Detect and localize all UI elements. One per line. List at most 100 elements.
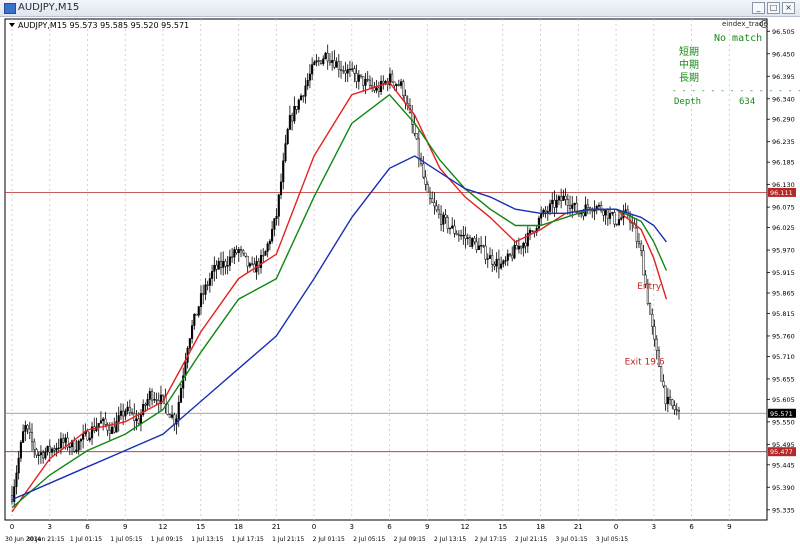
candle-body [73,440,76,452]
time-tick-label: 6 [387,523,392,531]
candle-body [600,204,603,212]
maximize-button[interactable]: □ [767,2,780,14]
candle-body [239,249,243,251]
candle-body [457,234,460,236]
candle-body [671,399,674,406]
candle-body [624,209,627,212]
candle-body [306,80,309,87]
candle-body [440,213,443,225]
candle-body [308,73,311,81]
candle-body [486,258,489,260]
candle-body [488,255,492,259]
candle-body [435,205,438,211]
candle-body [293,106,296,122]
candle-body [162,394,165,397]
candle-body [651,313,654,327]
candle-body [48,445,51,453]
time-tick-label: 21 [574,523,583,531]
window-titlebar[interactable]: AUDJPY,M15 _ □ × [0,0,800,17]
candle-body [237,249,240,254]
date-tick-label: 2 Jul 17:15 [475,536,507,543]
candle-body [395,84,398,86]
candle-body [393,81,396,86]
candle-body [242,249,245,254]
time-tick-label: 3 [652,523,656,531]
candle-body [515,244,518,250]
candle-body [675,409,678,411]
price-tick-label: 95.655 [772,375,795,383]
candle-body [491,255,494,265]
candle-body [562,195,565,201]
time-tick-label: 18 [536,523,545,531]
candle-body [602,210,605,216]
candle-body [68,446,71,448]
candle-body [128,406,131,413]
candle-body [177,402,180,420]
price-tick-label: 95.815 [772,310,795,318]
candle-body [339,69,343,71]
candle-body [50,448,54,453]
candle-body [377,87,380,92]
candle-body [446,217,449,229]
price-chart[interactable]: 96.111 95.571 95.477 Entry Exit 19.6 96.505… [0,17,800,548]
candle-body [653,326,656,340]
candle-body [179,387,183,403]
candle-body [313,61,316,65]
candle-body [264,251,267,256]
symbol-info: AUDJPY,M15 95.573 95.585 95.520 95.571 [9,21,189,30]
candle-body [471,238,474,247]
minimize-button[interactable]: _ [752,2,765,14]
candle-body [464,234,467,239]
price-tick-label: 95.970 [772,247,795,255]
candle-body [415,133,418,140]
price-tick-label: 95.390 [772,484,795,492]
candle-body [226,265,229,267]
candle-body [606,209,609,219]
candle-body [366,79,369,81]
candle-body [346,69,349,74]
candle-body [39,452,42,456]
candle-body [564,195,567,200]
candle-body [495,258,498,267]
candle-body [402,81,405,96]
candle-body [568,205,572,209]
candle-body [262,255,265,257]
candle-body [673,405,676,410]
candle-body [468,237,472,247]
candle-body [431,198,434,203]
date-tick-label: 1 Jul 13:15 [191,536,223,543]
candle-body [233,249,236,258]
time-tick-label: 0 [10,523,14,531]
candle-body [553,199,556,208]
time-tick-label: 15 [498,523,507,531]
candle-body [557,196,560,201]
depth-label: Depth [674,97,701,107]
candle-body [88,437,91,441]
candle-body [251,263,254,265]
candle-body [548,203,552,212]
candle-body [328,60,331,63]
close-button[interactable]: × [782,2,795,14]
candle-body [662,380,665,387]
chart-window: AUDJPY,M15 _ □ × 96.111 95.571 95.477 Entr… [0,0,800,548]
candle-body [224,260,227,267]
candle-body [397,84,400,86]
candle-body [460,234,463,237]
price-axis[interactable]: 96.505 96.450 96.395 96.340 96.290 96.235 96.1… [767,28,795,515]
candle-body [248,263,251,267]
candle-body [46,445,49,453]
candle-body [113,426,116,433]
price-tick-label: 96.185 [772,159,795,167]
candle-body [355,73,358,82]
candle-body [99,420,102,424]
candle-body [655,338,658,351]
price-tick-label: 96.340 [772,95,795,103]
time-tick-label: 9 [727,523,731,531]
candle-body [191,325,194,339]
time-tick-label: 12 [159,523,168,531]
candle-body [504,260,507,262]
price-level-tag-label: 95.571 [770,410,793,418]
candle-body [319,60,323,65]
candle-body [173,414,176,425]
candle-body [244,252,247,257]
